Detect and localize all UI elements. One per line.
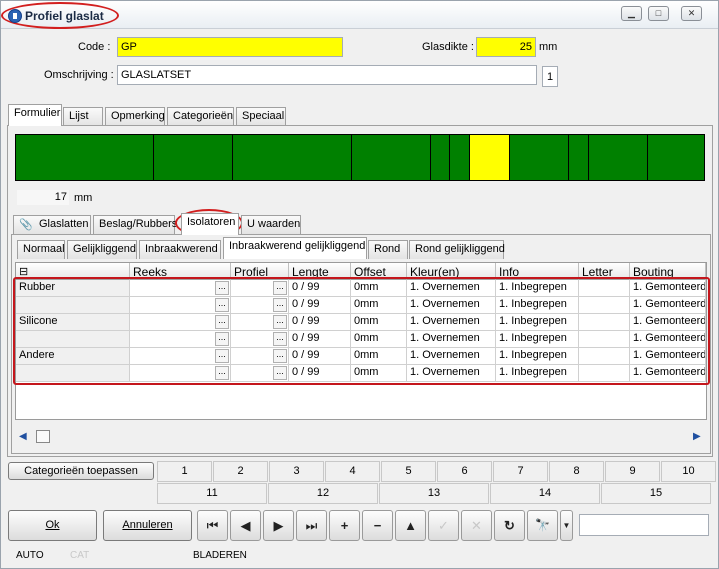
close-button[interactable]: ✕ xyxy=(681,6,702,21)
move-up-icon[interactable]: ▲ xyxy=(395,510,426,541)
strip-divider xyxy=(153,135,154,180)
strip-divider xyxy=(430,135,431,180)
strip-divider xyxy=(351,135,352,180)
ok-label: Ok xyxy=(45,519,60,531)
next-record-icon[interactable]: ▶ xyxy=(263,510,294,541)
category-button-7[interactable]: 7 xyxy=(493,461,548,482)
cancel-icon[interactable]: ✕ xyxy=(461,510,492,541)
annuleren-button[interactable]: Annuleren xyxy=(103,510,192,541)
glasdikte-field[interactable]: 25 xyxy=(476,37,536,57)
tab-gelijkliggend[interactable]: Gelijkliggend xyxy=(67,240,137,259)
code-field[interactable]: GP xyxy=(117,37,343,57)
scroll-thumb[interactable] xyxy=(36,430,50,443)
category-button-11[interactable]: 11 xyxy=(157,483,267,504)
dialog-window: Profiel glaslat ▁ □ ✕ Code : GP Glasdikt… xyxy=(0,0,719,569)
tab-glaslatten[interactable]: 📎 Glaslatten xyxy=(13,215,91,234)
window-title: Profiel glaslat xyxy=(25,9,104,23)
counter-field: 1 xyxy=(542,66,558,87)
grid-highlight-box xyxy=(13,277,710,385)
category-button-8[interactable]: 8 xyxy=(549,461,604,482)
category-button-14[interactable]: 14 xyxy=(490,483,600,504)
tab-beslag-rubbers[interactable]: Beslag/Rubbers xyxy=(93,215,177,234)
ok-button[interactable]: Ok xyxy=(8,510,97,541)
tab-u-waarden[interactable]: U waarden xyxy=(241,215,301,234)
tab-inbraakwerend-gelijkliggend[interactable]: Inbraakwerend gelijkliggend xyxy=(223,237,367,259)
add-record-icon[interactable]: + xyxy=(329,510,360,541)
category-button-15[interactable]: 15 xyxy=(601,483,711,504)
confirm-icon[interactable]: ✓ xyxy=(428,510,459,541)
measure-field: 17 xyxy=(17,190,69,205)
previous-record-icon[interactable]: ◀ xyxy=(230,510,261,541)
tab-formulier[interactable]: Formulier xyxy=(8,104,62,126)
tab-rond[interactable]: Rond xyxy=(368,240,408,259)
category-button-1[interactable]: 1 xyxy=(157,461,212,482)
find-dropdown-icon[interactable]: ▼ xyxy=(560,510,573,541)
category-button-12[interactable]: 12 xyxy=(268,483,378,504)
glasdikte-label: Glasdikte : xyxy=(422,41,474,53)
paperclip-icon: 📎 xyxy=(19,219,33,231)
last-record-icon[interactable]: ⏭ xyxy=(296,510,327,541)
strip-divider xyxy=(647,135,648,180)
tab-glaslatten-label: Glaslatten xyxy=(39,218,89,230)
category-button-2[interactable]: 2 xyxy=(213,461,268,482)
minimize-button[interactable]: ▁ xyxy=(621,6,642,21)
strip-selected-segment[interactable] xyxy=(469,135,509,180)
remove-record-icon[interactable]: − xyxy=(362,510,393,541)
tab-inbraakwerend[interactable]: Inbraakwerend xyxy=(139,240,221,259)
status-cat: CAT xyxy=(70,550,90,561)
category-button-6[interactable]: 6 xyxy=(437,461,492,482)
app-icon xyxy=(8,9,22,23)
binoculars-icon[interactable]: 🔭 xyxy=(527,510,558,541)
tab-speciaal[interactable]: Speciaal xyxy=(236,107,286,126)
category-button-5[interactable]: 5 xyxy=(381,461,436,482)
maximize-button[interactable]: □ xyxy=(648,6,669,21)
strip-divider xyxy=(588,135,589,180)
strip-divider xyxy=(568,135,569,180)
categorieen-toepassen-button[interactable]: Categorieën toepassen xyxy=(8,462,154,480)
glaslat-strip xyxy=(15,134,705,181)
refresh-icon[interactable]: ↻ xyxy=(494,510,525,541)
glasdikte-unit: mm xyxy=(539,41,558,53)
tab-opmerking[interactable]: Opmerking xyxy=(105,107,165,126)
category-button-3[interactable]: 3 xyxy=(269,461,324,482)
category-button-9[interactable]: 9 xyxy=(605,461,660,482)
first-record-icon[interactable]: ⏮ xyxy=(197,510,228,541)
title-bar: Profiel glaslat ▁ □ ✕ xyxy=(1,1,718,29)
category-button-10[interactable]: 10 xyxy=(661,461,716,482)
tab-lijst[interactable]: Lijst xyxy=(63,107,103,126)
search-input[interactable] xyxy=(579,514,709,536)
scroll-right-arrow[interactable]: ▶ xyxy=(693,431,701,442)
measure-unit: mm xyxy=(74,192,93,204)
omschrijving-field[interactable]: GLASLATSET xyxy=(117,65,537,85)
strip-divider xyxy=(232,135,233,180)
tab-rond-gelijkliggend[interactable]: Rond gelijkliggend xyxy=(409,240,505,259)
tab-isolatoren[interactable]: Isolatoren xyxy=(181,213,239,235)
category-button-4[interactable]: 4 xyxy=(325,461,380,482)
status-mode: AUTO xyxy=(16,550,44,561)
tab-normaal[interactable]: Normaal xyxy=(17,240,65,259)
annuleren-label: Annuleren xyxy=(122,519,173,531)
status-state: BLADEREN xyxy=(193,550,247,561)
strip-divider xyxy=(509,135,510,180)
scroll-left-arrow[interactable]: ◀ xyxy=(19,431,27,442)
omschrijving-label: Omschrijving : xyxy=(44,69,114,81)
code-label: Code : xyxy=(78,41,111,53)
strip-divider xyxy=(449,135,450,180)
tab-categorieen[interactable]: Categorieën xyxy=(167,107,234,126)
category-button-13[interactable]: 13 xyxy=(379,483,489,504)
